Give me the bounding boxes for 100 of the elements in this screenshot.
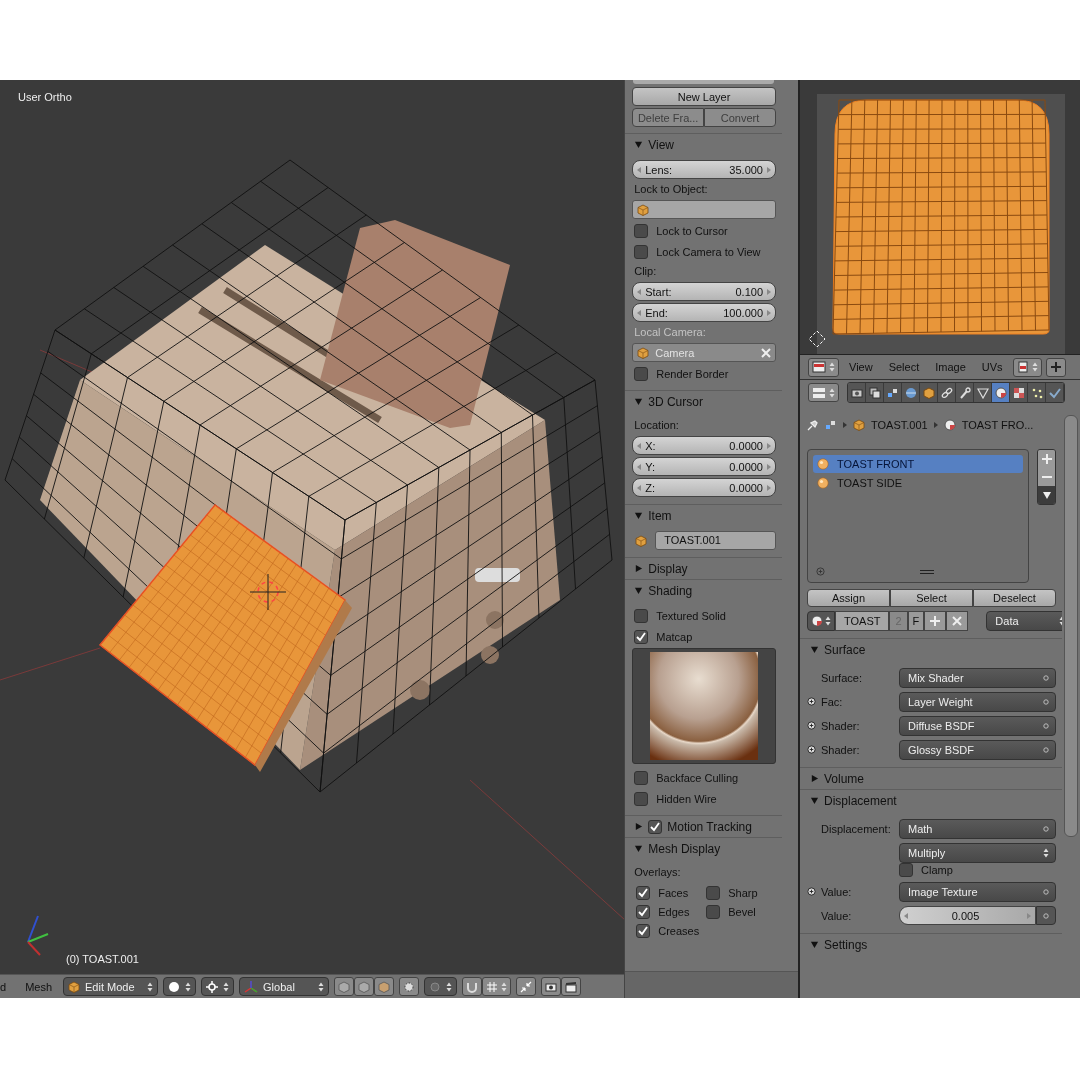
- arrow-left-icon[interactable]: [637, 288, 642, 295]
- disclosure-triangle-icon[interactable]: [810, 940, 819, 949]
- properties-tab[interactable]: [974, 383, 992, 402]
- arrow-right-icon[interactable]: [767, 309, 771, 316]
- shading-dropdown[interactable]: [163, 977, 197, 996]
- plus-circle-icon[interactable]: [807, 745, 816, 754]
- arrow-right-icon[interactable]: [767, 463, 771, 470]
- arrow-left-icon[interactable]: [637, 484, 642, 491]
- node-dropdown[interactable]: Image Texture: [899, 881, 1056, 902]
- panel-header[interactable]: Volume: [800, 767, 1062, 789]
- disclosure-triangle-icon[interactable]: [810, 645, 819, 654]
- number-field[interactable]: Y: 0.0000: [632, 457, 776, 476]
- properties-tab[interactable]: [920, 383, 938, 402]
- slot-menu-button[interactable]: [1038, 486, 1055, 504]
- auto-merge-button[interactable]: [516, 977, 537, 996]
- checkbox[interactable]: [636, 923, 651, 938]
- panel-header[interactable]: Settings: [800, 933, 1062, 955]
- disclosure-triangle-icon[interactable]: [634, 822, 644, 831]
- checkbox-label[interactable]: Lock Camera to View: [656, 245, 761, 258]
- disclosure-triangle-icon[interactable]: [634, 564, 644, 573]
- arrow-left-icon[interactable]: [637, 166, 642, 173]
- number-field[interactable]: 0.005: [899, 906, 1036, 925]
- disclosure-triangle-icon[interactable]: [810, 774, 819, 783]
- disclosure-triangle-icon[interactable]: [634, 844, 644, 853]
- arrow-right-icon[interactable]: [767, 166, 771, 173]
- menu-item[interactable]: View: [843, 361, 879, 373]
- checkbox-label[interactable]: Textured Solid: [656, 609, 726, 622]
- arrow-right-icon[interactable]: [767, 288, 771, 295]
- properties-tab[interactable]: [902, 383, 920, 402]
- panel-header[interactable]: Surface: [800, 638, 1062, 660]
- menu-item[interactable]: UVs: [975, 361, 1009, 373]
- properties-tab[interactable]: [956, 383, 974, 402]
- slot-action-button[interactable]: Assign: [807, 589, 890, 607]
- checkbox[interactable]: [634, 629, 649, 644]
- panel-header[interactable]: Displacement: [800, 789, 1062, 811]
- disclosure-triangle-icon[interactable]: [634, 397, 644, 406]
- panel-header[interactable]: Mesh Display: [625, 837, 782, 859]
- number-field[interactable]: Start: 0.100: [632, 282, 776, 301]
- new-material-button[interactable]: [924, 611, 947, 631]
- properties-tab[interactable]: [884, 383, 902, 402]
- animation-render-button[interactable]: [561, 977, 582, 996]
- properties-tab[interactable]: [938, 383, 956, 402]
- editor-type-button[interactable]: [808, 383, 839, 402]
- menu-item[interactable]: Mesh: [19, 980, 59, 993]
- panel-header[interactable]: 3D Cursor: [625, 390, 782, 412]
- node-dropdown[interactable]: Diffuse BSDF: [899, 715, 1056, 736]
- arrow-right-icon[interactable]: [767, 442, 771, 449]
- editor-type-button[interactable]: [808, 357, 839, 377]
- checkbox-label[interactable]: Sharp: [728, 886, 758, 899]
- number-field[interactable]: Lens: 35.000: [632, 160, 776, 179]
- node-dropdown[interactable]: Glossy BSDF: [899, 739, 1056, 760]
- checkbox[interactable]: [706, 885, 721, 900]
- panel-header[interactable]: Shading: [625, 579, 782, 601]
- render-button[interactable]: [541, 977, 562, 996]
- disclosure-triangle-icon[interactable]: [634, 140, 644, 149]
- properties-tab[interactable]: [1010, 383, 1028, 402]
- checkbox-label[interactable]: Matcap: [656, 630, 693, 643]
- matcap-preview[interactable]: [632, 648, 776, 764]
- scrollbar[interactable]: [1064, 415, 1078, 837]
- socket-button[interactable]: [1036, 906, 1056, 925]
- orientation-dropdown[interactable]: Global: [239, 977, 330, 996]
- checkbox[interactable]: [636, 885, 651, 900]
- occlude-button[interactable]: [399, 977, 420, 996]
- plus-circle-icon[interactable]: [807, 697, 816, 706]
- arrow-left-icon[interactable]: [637, 463, 642, 470]
- panel-header[interactable]: Motion Tracking: [625, 815, 782, 837]
- slot-action-button[interactable]: Deselect: [973, 589, 1056, 607]
- checkbox-label[interactable]: Clamp: [921, 864, 953, 876]
- checkbox[interactable]: [634, 244, 649, 259]
- new-image-button[interactable]: [1045, 357, 1066, 377]
- arrow-right-icon[interactable]: [767, 484, 771, 491]
- checkbox-label[interactable]: Faces: [658, 886, 689, 899]
- 3d-viewport[interactable]: User Ortho (0) TOAST.001: [0, 80, 625, 975]
- arrow-left-icon[interactable]: [904, 912, 908, 919]
- checkbox-label[interactable]: Hidden Wire: [656, 792, 717, 805]
- uv-editor[interactable]: [800, 80, 1080, 354]
- checkbox[interactable]: [648, 819, 663, 834]
- plus-circle-icon[interactable]: [807, 887, 816, 896]
- checkbox[interactable]: [706, 904, 721, 919]
- checkbox[interactable]: [634, 366, 649, 381]
- properties-tab[interactable]: [1028, 383, 1046, 402]
- checkbox[interactable]: [636, 904, 651, 919]
- properties-tab[interactable]: [848, 383, 866, 402]
- disclosure-triangle-icon[interactable]: [634, 511, 644, 520]
- link-dropdown[interactable]: Data: [986, 611, 1062, 631]
- checkbox-label[interactable]: Backface Culling: [656, 771, 739, 784]
- image-browse-button[interactable]: [1012, 357, 1042, 377]
- breadcrumb-item[interactable]: TOAST.001: [871, 419, 928, 431]
- menu-item[interactable]: d: [0, 980, 15, 993]
- resize-grip-icon[interactable]: [920, 570, 934, 574]
- pin-icon[interactable]: [807, 419, 819, 431]
- material-name-field[interactable]: TOAST: [835, 611, 890, 631]
- select-mode-button[interactable]: [374, 977, 395, 996]
- material-slot[interactable]: TOAST FRONT: [813, 455, 1023, 473]
- checkbox-label[interactable]: Edges: [658, 905, 690, 918]
- checkbox[interactable]: [634, 791, 649, 806]
- checkbox-label[interactable]: Lock to Cursor: [656, 224, 728, 237]
- checkbox-label[interactable]: Creases: [658, 924, 700, 937]
- operation-dropdown[interactable]: Multiply: [899, 842, 1056, 863]
- arrow-left-icon[interactable]: [637, 309, 642, 316]
